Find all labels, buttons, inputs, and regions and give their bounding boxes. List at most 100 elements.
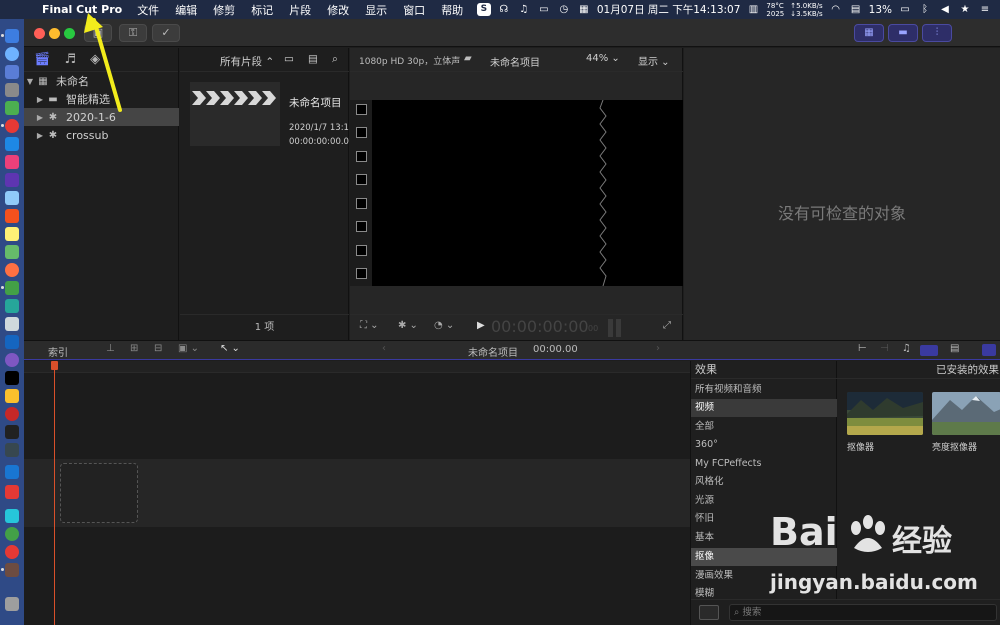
enhance-icon[interactable]: ✱ ⌄ (398, 320, 418, 331)
yandex-icon[interactable] (5, 485, 19, 499)
project-thumbnail[interactable] (190, 82, 280, 146)
activity-icon[interactable] (5, 443, 19, 457)
app-icon-g[interactable] (5, 389, 19, 403)
apple-tv-icon[interactable] (5, 371, 19, 385)
clip-appearance-tl-icon[interactable]: ▤ (950, 343, 959, 354)
menu-clip[interactable]: 片段 (281, 2, 319, 18)
browser-toggle-icon[interactable]: ▦ (854, 24, 884, 42)
volume-icon[interactable]: ◀ (938, 4, 952, 16)
chat-icon[interactable]: ▭ (537, 4, 551, 16)
wechat-icon[interactable] (5, 527, 19, 541)
keyer-thumbnail[interactable] (847, 392, 923, 435)
app-icon-b[interactable] (5, 155, 19, 169)
minimize-button[interactable] (49, 28, 60, 39)
fx-category[interactable]: My FCPeffects (691, 455, 837, 473)
vpn-icon[interactable] (5, 465, 19, 479)
sidebar-toggle-icon[interactable] (699, 605, 719, 620)
timeline-ruler[interactable] (24, 361, 690, 373)
calendar-app-icon[interactable] (5, 209, 19, 223)
menu-view[interactable]: 显示 (357, 2, 395, 18)
menu-file[interactable]: 文件 (129, 2, 167, 18)
app-icon-d[interactable] (5, 245, 19, 259)
background-tasks-icon[interactable]: ✓ (152, 24, 180, 42)
project-name[interactable]: 未命名项目 (289, 95, 349, 110)
timeline-toggle-icon[interactable]: ▬ (888, 24, 918, 42)
fullscreen-icon[interactable]: ⤢ (663, 320, 671, 331)
transform-tool-icon[interactable]: ⛶ ⌄ (360, 320, 379, 331)
fx-category[interactable]: 风格化 (691, 473, 837, 491)
search-icon[interactable]: ⌕ (332, 53, 338, 66)
final-cut-dock-icon[interactable] (5, 563, 19, 577)
viewer-timecode[interactable]: 00:00:00:00 (491, 317, 589, 336)
import-button[interactable]: ▣ (84, 24, 112, 42)
chrome-icon[interactable] (5, 119, 19, 133)
luma-keyer-thumbnail[interactable] (932, 392, 1000, 435)
clapper-icon[interactable]: 🎬︎ (34, 52, 51, 67)
smart-collections-row[interactable]: ▶ ▬ 智能精选 (24, 90, 179, 108)
podcasts-icon[interactable] (5, 353, 19, 367)
facetime-icon[interactable] (5, 299, 19, 313)
fx-category[interactable]: 光源 (691, 492, 837, 510)
expand-triangle-icon[interactable]: ▼ (24, 77, 36, 86)
datetime[interactable]: 01月07日 周二 下午14:13:07 (597, 2, 741, 17)
fx-category[interactable]: 基本 (691, 529, 837, 547)
overwrite-clip-icon[interactable]: ▣ ⌄ (178, 343, 199, 354)
app-icon-a[interactable] (5, 137, 19, 151)
app-icon-c[interactable] (5, 173, 19, 187)
menu-help[interactable]: 帮助 (433, 2, 471, 18)
fx-category[interactable]: 所有视频和音频 (691, 381, 837, 399)
playhead-handle[interactable] (51, 361, 58, 370)
back-arrow-icon[interactable]: ‹ (382, 343, 386, 354)
menu-window[interactable]: 窗口 (395, 2, 433, 18)
zoom-button[interactable] (64, 28, 75, 39)
view-dropdown[interactable]: 显示 ⌄ (638, 53, 670, 68)
safari-icon[interactable] (5, 47, 19, 61)
index-button[interactable]: 索引 (48, 344, 68, 359)
trash-icon[interactable] (5, 597, 19, 611)
battery-percent[interactable]: 13% (869, 4, 892, 16)
netease-music-icon[interactable] (5, 545, 19, 559)
menu-icon[interactable]: ≡ (978, 4, 992, 16)
close-button[interactable] (34, 28, 45, 39)
menu-edit[interactable]: 编辑 (167, 2, 205, 18)
effects-browser-toggle-icon[interactable] (982, 344, 996, 356)
preview-icon[interactable] (5, 191, 19, 205)
finder-icon[interactable] (5, 29, 19, 43)
xcode-icon[interactable] (5, 335, 19, 349)
menu-trim[interactable]: 修剪 (205, 2, 243, 18)
photos-audio-icon[interactable]: ♬ (65, 52, 77, 67)
music-note-icon[interactable]: ♫ (517, 4, 531, 16)
launchpad-icon[interactable] (5, 65, 19, 79)
audio-skimming-icon[interactable]: ⊣ (880, 343, 889, 354)
clip-filter-dropdown[interactable]: 所有片段 ⌃ (220, 54, 274, 69)
connect-clip-icon[interactable]: ⊥ (106, 343, 115, 354)
calendar-icon[interactable]: ▦ (577, 4, 591, 16)
fx-category[interactable]: 360° (691, 436, 837, 454)
play-button-icon[interactable]: ▶ (477, 320, 485, 331)
event-row-2020-1-6[interactable]: ▶ ✱ 2020-1-6 (24, 108, 179, 126)
insert-clip-icon[interactable]: ⊞ (130, 343, 138, 354)
terminal-icon[interactable] (5, 425, 19, 439)
headset-icon[interactable]: ☊ (497, 4, 511, 16)
notes-icon[interactable] (5, 227, 19, 241)
forward-arrow-icon[interactable]: › (656, 343, 660, 354)
vivaldi-icon[interactable] (5, 407, 19, 421)
clip-appearance-icon[interactable]: ▭ (284, 53, 294, 65)
fx-category[interactable]: 抠像 (691, 548, 837, 566)
bluetooth-icon[interactable]: ᛒ (918, 4, 932, 16)
app-icon-h[interactable] (5, 509, 19, 523)
timeline-area[interactable] (24, 361, 690, 625)
playhead[interactable] (54, 361, 55, 625)
select-tool-icon[interactable]: ↖ ⌄ (220, 343, 240, 354)
filmstrip-icon[interactable]: ▤ (308, 53, 318, 65)
inspector-toggle-icon[interactable]: ⫶ (922, 24, 952, 42)
app-icon-f[interactable] (5, 317, 19, 331)
speed-icon[interactable]: ◔ ⌄ (434, 320, 454, 331)
zoom-dropdown[interactable]: 44% ⌄ (586, 53, 620, 64)
keywords-icon[interactable]: ⚿ (119, 24, 147, 42)
menu-app-name[interactable]: Final Cut Pro (34, 3, 129, 16)
android-icon[interactable] (5, 101, 19, 115)
collapse-triangle-icon[interactable]: ▶ (34, 113, 46, 122)
clock-icon[interactable]: ◷ (557, 4, 571, 16)
network-stats[interactable]: ↑5.0KB/s ↓3.5KB/s (790, 2, 822, 18)
